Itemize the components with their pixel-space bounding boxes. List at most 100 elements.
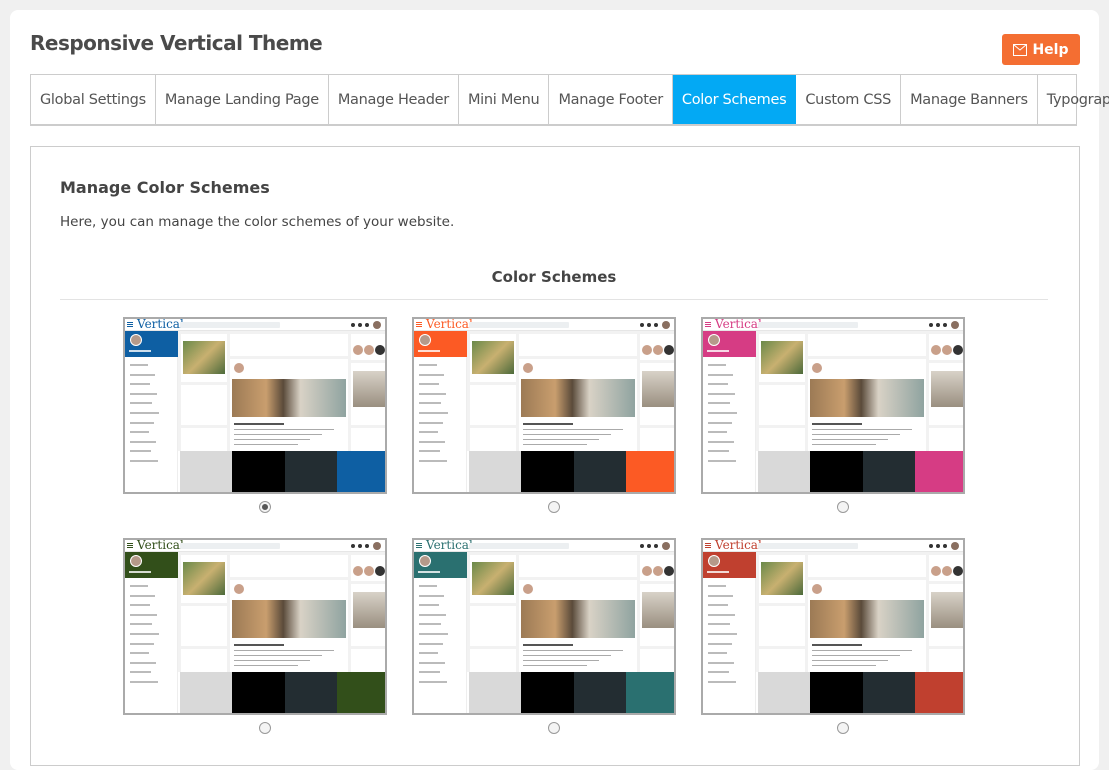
menu-icon (416, 322, 422, 323)
preview-search (180, 322, 280, 328)
page-title: Responsive Vertical Theme (30, 31, 323, 55)
help-button[interactable]: Help (1002, 34, 1080, 65)
color-scheme-preview[interactable]: Vertical (701, 538, 965, 715)
avatar (662, 321, 670, 329)
tab-typography[interactable]: Typography (1038, 75, 1109, 124)
avatar (951, 321, 959, 329)
tab-manage-header[interactable]: Manage Header (329, 75, 459, 124)
color-scheme-radio[interactable] (837, 722, 849, 734)
preview-logo: Vertical (715, 538, 762, 552)
preview-content (756, 552, 963, 675)
avatar (373, 321, 381, 329)
preview-search (469, 543, 569, 549)
color-swatch (336, 451, 385, 492)
color-scheme-preview[interactable]: Vertical (701, 317, 965, 494)
tab-mini-menu[interactable]: Mini Menu (459, 75, 550, 124)
tab-custom-css[interactable]: Custom CSS (796, 75, 902, 124)
menu-icon (416, 543, 422, 544)
preview-sidebar-header (703, 552, 756, 578)
color-swatch (862, 672, 915, 713)
preview-sidebar (125, 552, 178, 713)
color-swatch (862, 451, 915, 492)
tab-manage-footer[interactable]: Manage Footer (549, 75, 673, 124)
color-swatch (232, 451, 285, 492)
panel-heading: Manage Color Schemes (60, 178, 270, 197)
preview-topbar: Vertical (703, 540, 963, 552)
color-scheme-preview[interactable]: Vertical (412, 317, 676, 494)
avatar (951, 542, 959, 550)
color-swatch (284, 451, 337, 492)
color-swatch (469, 451, 522, 492)
avatar (662, 542, 670, 550)
preview-search (469, 322, 569, 328)
preview-topbar: Vertical (703, 319, 963, 331)
bell-icon (351, 544, 355, 548)
tab-bar: Global Settings Manage Landing Page Manage… (30, 74, 1109, 126)
preview-search (758, 322, 858, 328)
preview-sidebar-header (703, 331, 756, 357)
preview-topbar: Vertical (125, 319, 385, 331)
chat-icon (358, 544, 362, 548)
user-icon (943, 323, 947, 327)
color-swatch (232, 672, 285, 713)
menu-icon (127, 322, 133, 323)
color-swatch (521, 672, 574, 713)
chat-icon (936, 323, 940, 327)
chat-icon (358, 323, 362, 327)
preview-sidebar-header (414, 552, 467, 578)
preview-logo: Vertical (137, 317, 184, 331)
panel-description: Here, you can manage the color schemes o… (60, 214, 455, 230)
color-swatch (810, 451, 863, 492)
preview-search (758, 543, 858, 549)
preview-content (178, 552, 385, 675)
tab-color-schemes[interactable]: Color Schemes (672, 75, 797, 124)
user-icon (943, 544, 947, 548)
color-swatch (284, 672, 337, 713)
color-swatch (758, 451, 811, 492)
bell-icon (351, 323, 355, 327)
tab-manage-landing-page[interactable]: Manage Landing Page (156, 75, 329, 124)
preview-content (178, 331, 385, 454)
tab-manage-banners[interactable]: Manage Banners (901, 75, 1038, 124)
tab-global-settings[interactable]: Global Settings (31, 75, 156, 124)
bell-icon (640, 544, 644, 548)
preview-logo: Vertical (426, 317, 473, 331)
color-scheme-radio[interactable] (837, 501, 849, 513)
chat-icon (936, 544, 940, 548)
color-swatch (625, 672, 674, 713)
user-icon (365, 544, 369, 548)
preview-sidebar (414, 552, 467, 713)
help-label: Help (1032, 41, 1069, 58)
user-icon (654, 544, 658, 548)
user-icon (365, 323, 369, 327)
bell-icon (929, 323, 933, 327)
preview-content (467, 552, 674, 675)
color-scheme-preview[interactable]: Vertical (412, 538, 676, 715)
chat-icon (647, 544, 651, 548)
bell-icon (640, 323, 644, 327)
color-swatch (180, 451, 233, 492)
color-swatch (336, 672, 385, 713)
color-swatch (573, 451, 626, 492)
preview-sidebar (703, 552, 756, 713)
section-title: Color Schemes (60, 268, 1048, 300)
preview-topbar: Vertical (414, 319, 674, 331)
color-scheme-radio[interactable] (548, 722, 560, 734)
preview-content (467, 331, 674, 454)
avatar (373, 542, 381, 550)
color-scheme-preview[interactable]: Vertical (123, 317, 387, 494)
color-scheme-radio[interactable] (259, 722, 271, 734)
color-swatch (469, 672, 522, 713)
color-swatch (914, 451, 963, 492)
preview-sidebar-header (414, 331, 467, 357)
color-swatch (914, 672, 963, 713)
color-swatch (573, 672, 626, 713)
color-scheme-preview[interactable]: Vertical (123, 538, 387, 715)
preview-content (756, 331, 963, 454)
menu-icon (127, 543, 133, 544)
color-swatch (521, 451, 574, 492)
color-scheme-radio[interactable] (548, 501, 560, 513)
color-swatch (758, 672, 811, 713)
color-scheme-radio[interactable] (259, 501, 271, 513)
color-swatch (180, 672, 233, 713)
